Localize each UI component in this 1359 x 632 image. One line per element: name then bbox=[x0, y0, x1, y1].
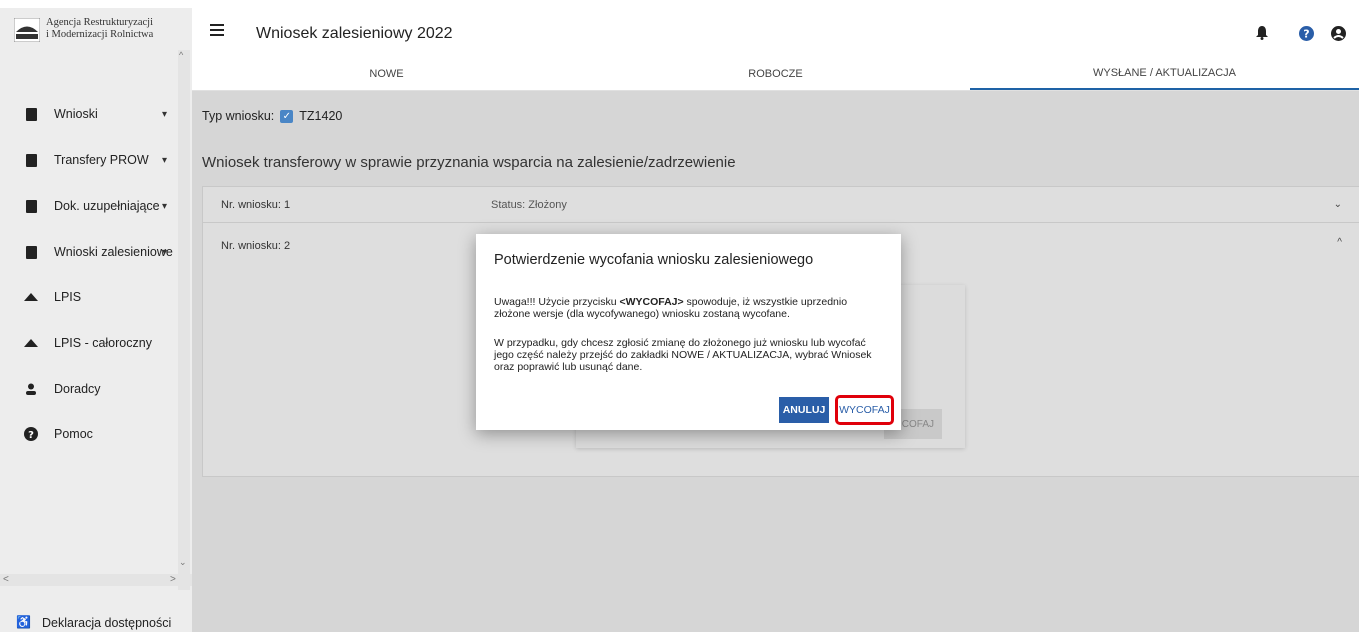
menu-icon[interactable] bbox=[210, 24, 224, 39]
sidebar-item-lpis-caloroczny[interactable]: LPIS - całoroczny bbox=[0, 328, 178, 358]
typ-wniosku-row: Typ wniosku: ✓ TZ1420 bbox=[202, 109, 343, 123]
mountain-icon bbox=[24, 335, 38, 351]
scroll-down-icon[interactable]: ⌄ bbox=[179, 557, 187, 568]
chevron-down-icon: ▾ bbox=[162, 200, 168, 212]
clipboard-icon bbox=[24, 198, 38, 214]
confirm-dialog: Potwierdzenie wycofania wniosku zalesien… bbox=[476, 234, 901, 430]
dialog-paragraph-2: W przypadku, gdy chcesz zgłosić zmianę d… bbox=[494, 337, 872, 373]
sidebar-item-wnioski[interactable]: Wnioski ▾ bbox=[0, 99, 178, 129]
clipboard-icon bbox=[24, 106, 38, 122]
chevron-down-icon: ▾ bbox=[162, 246, 168, 258]
sidebar-item-transfery-prow[interactable]: Transfery PROW ▾ bbox=[0, 145, 178, 175]
chevron-up-icon[interactable]: ^ bbox=[1337, 237, 1342, 248]
logo: Agencja Restrukturyzacji i Modernizacji … bbox=[0, 8, 192, 58]
sidebar-horizontal-scrollbar[interactable] bbox=[0, 574, 192, 586]
scroll-right-icon[interactable]: > bbox=[170, 574, 176, 585]
sidebar: Agencja Restrukturyzacji i Modernizacji … bbox=[0, 8, 193, 632]
page-title: Wniosek zalesieniowy 2022 bbox=[256, 25, 453, 42]
clipboard-icon bbox=[24, 152, 38, 168]
mountain-icon bbox=[24, 289, 38, 305]
cancel-button[interactable]: ANULUJ bbox=[779, 397, 829, 423]
section-heading: Wniosek transferowy w sprawie przyznania… bbox=[202, 154, 736, 171]
arimr-logo-icon bbox=[14, 18, 40, 42]
application-panel-1[interactable]: Nr. wniosku: 1 Status: Złożony ⌄ bbox=[202, 186, 1359, 224]
tab-robocze[interactable]: ROBOCZE bbox=[581, 58, 970, 90]
tab-bar: NOWE ROBOCZE WYSŁANE / AKTUALIZACJA bbox=[192, 58, 1359, 91]
scroll-up-icon[interactable]: ^ bbox=[179, 50, 183, 60]
logo-text: Agencja Restrukturyzacji i Modernizacji … bbox=[46, 17, 154, 40]
accessibility-icon: ♿ bbox=[16, 615, 31, 629]
svg-text:?: ? bbox=[28, 430, 34, 441]
tab-wyslane-aktualizacja[interactable]: WYSŁANE / AKTUALIZACJA bbox=[970, 58, 1359, 90]
top-bar: Wniosek zalesieniowy 2022 ? bbox=[192, 8, 1359, 58]
bell-icon[interactable] bbox=[1254, 25, 1270, 41]
svg-text:?: ? bbox=[1303, 27, 1309, 40]
typ-checkbox[interactable]: ✓ bbox=[280, 109, 294, 123]
dialog-title: Potwierdzenie wycofania wniosku zalesien… bbox=[494, 252, 814, 268]
chevron-down-icon: ▾ bbox=[162, 154, 168, 166]
chevron-down-icon[interactable]: ⌄ bbox=[1334, 199, 1342, 210]
dialog-paragraph-1: Uwaga!!! Użycie przycisku <WYCOFAJ> spow… bbox=[494, 296, 848, 320]
chevron-down-icon: ▾ bbox=[162, 108, 168, 120]
help-icon[interactable]: ? bbox=[1298, 25, 1314, 41]
scroll-left-icon[interactable]: < bbox=[3, 574, 9, 585]
sidebar-item-dok-uzupelniajace[interactable]: Dok. uzupełniające ▾ bbox=[0, 191, 178, 221]
accessibility-link[interactable]: ♿ Deklaracja dostępności bbox=[0, 612, 192, 632]
sidebar-item-wnioski-zalesieniowe[interactable]: Wnioski zalesieniowe ▾ bbox=[0, 237, 178, 267]
wycofaj-button[interactable]: WYCOFAJ bbox=[835, 395, 894, 425]
person-icon bbox=[24, 381, 38, 397]
sidebar-item-doradcy[interactable]: Doradcy bbox=[0, 374, 178, 404]
account-icon[interactable] bbox=[1330, 25, 1346, 41]
sidebar-item-lpis[interactable]: LPIS bbox=[0, 282, 178, 312]
help-icon: ? bbox=[24, 426, 38, 442]
tab-nowe[interactable]: NOWE bbox=[192, 58, 581, 90]
sidebar-item-pomoc[interactable]: ? Pomoc bbox=[0, 419, 178, 449]
sidebar-scrollbar[interactable] bbox=[178, 50, 190, 590]
clipboard-icon bbox=[24, 244, 38, 260]
